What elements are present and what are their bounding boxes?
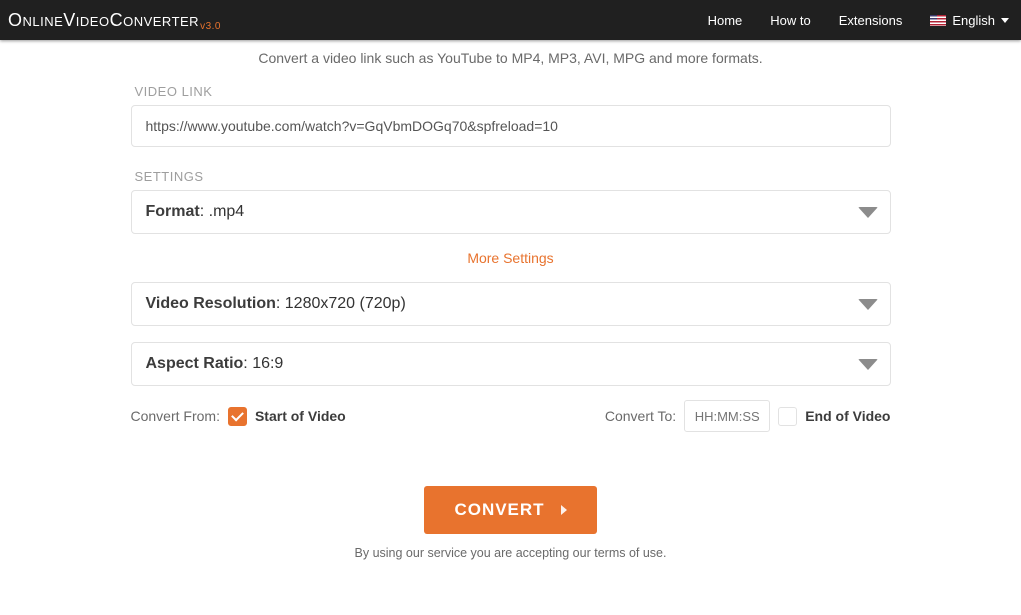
aspect-bold: Aspect Ratio	[146, 355, 244, 372]
convert-button[interactable]: CONVERT	[424, 486, 596, 534]
resolution-dropdown[interactable]: Video Resolution: 1280x720 (720p)	[131, 282, 891, 326]
convert-from-group: Convert From: Start of Video	[131, 407, 346, 426]
top-nav: Home How to Extensions English	[708, 13, 1009, 28]
subtitle-link-word: link	[360, 50, 381, 66]
arrow-right-icon	[561, 505, 567, 515]
logo-text: OnlineVideoConverter	[8, 10, 199, 31]
subtitle-prefix: Convert a video	[258, 50, 360, 66]
chevron-down-icon	[858, 207, 878, 218]
resolution-bold: Video Resolution	[146, 295, 276, 312]
end-of-video-checkbox[interactable]	[778, 407, 797, 426]
terms-text: By using our service you are accepting o…	[131, 546, 891, 560]
main-panel: Convert a video link such as YouTube to …	[131, 40, 891, 560]
nav-extensions[interactable]: Extensions	[839, 13, 903, 28]
aspect-rest: : 16:9	[243, 355, 283, 372]
video-link-input[interactable]	[131, 105, 891, 147]
format-dropdown[interactable]: Format: .mp4	[131, 190, 891, 234]
resolution-dropdown-label: Video Resolution: 1280x720 (720p)	[146, 295, 406, 313]
logo-version: v3.0	[200, 21, 221, 32]
video-link-label: VIDEO LINK	[135, 84, 891, 99]
start-of-video-label: Start of Video	[255, 408, 346, 424]
logo[interactable]: OnlineVideoConverter v3.0	[8, 10, 221, 31]
format-dropdown-label: Format: .mp4	[146, 203, 245, 221]
start-of-video-checkbox[interactable]	[228, 407, 247, 426]
convert-range-row: Convert From: Start of Video Convert To:…	[131, 400, 891, 432]
chevron-down-icon	[858, 359, 878, 370]
convert-button-label: CONVERT	[454, 500, 544, 520]
resolution-rest: : 1280x720 (720p)	[276, 295, 406, 312]
chevron-down-icon	[1001, 18, 1009, 23]
convert-from-label: Convert From:	[131, 408, 220, 424]
aspect-ratio-dropdown[interactable]: Aspect Ratio: 16:9	[131, 342, 891, 386]
more-settings-toggle[interactable]: More Settings	[131, 250, 891, 266]
end-of-video-label: End of Video	[805, 408, 890, 424]
subtitle: Convert a video link such as YouTube to …	[131, 50, 891, 66]
format-rest: : .mp4	[200, 203, 244, 220]
format-bold: Format	[146, 203, 200, 220]
language-label: English	[952, 13, 995, 28]
nav-home[interactable]: Home	[708, 13, 743, 28]
nav-howto[interactable]: How to	[770, 13, 810, 28]
app-header: OnlineVideoConverter v3.0 Home How to Ex…	[0, 0, 1021, 40]
convert-to-label: Convert To:	[605, 408, 676, 424]
convert-to-time-input[interactable]	[684, 400, 770, 432]
flag-us-icon	[930, 15, 946, 26]
language-switcher[interactable]: English	[930, 13, 1009, 28]
settings-label: SETTINGS	[135, 169, 891, 184]
subtitle-suffix: such as YouTube to MP4, MP3, AVI, MPG an…	[381, 50, 762, 66]
chevron-down-icon	[858, 299, 878, 310]
convert-to-group: Convert To: End of Video	[605, 400, 891, 432]
aspect-dropdown-label: Aspect Ratio: 16:9	[146, 355, 284, 373]
